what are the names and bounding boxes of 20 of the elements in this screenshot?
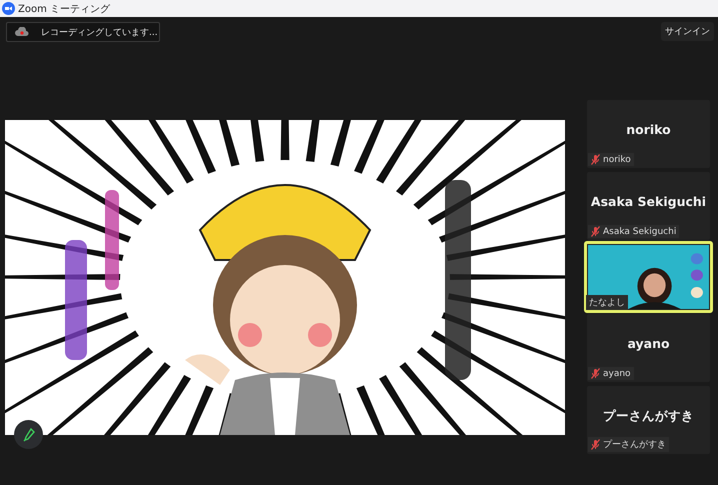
annotate-button[interactable] xyxy=(14,420,43,449)
muted-mic-icon xyxy=(591,368,600,379)
cloud-record-icon xyxy=(15,27,29,37)
pen-icon xyxy=(22,428,34,442)
sign-in-button[interactable]: サインイン xyxy=(661,22,714,41)
window-title: Zoom ミーティング xyxy=(18,2,110,16)
participant-label: Asaka Sekiguchi xyxy=(603,226,676,236)
muted-mic-icon xyxy=(591,154,600,165)
participant-label: ayano xyxy=(603,368,631,378)
recording-indicator[interactable]: レコーディングしています... xyxy=(6,22,160,42)
participant-label: プーさんがすき xyxy=(603,438,666,451)
participant-name: noriko xyxy=(625,122,672,137)
participant-name: ayano xyxy=(626,336,671,351)
participant-label: たなよし xyxy=(589,297,625,309)
participant-name: プーさんがすき xyxy=(602,408,695,425)
recording-status: レコーディングしています... xyxy=(41,26,158,38)
muted-mic-icon xyxy=(591,439,600,450)
participant-name: Asaka Sekiguchi xyxy=(590,194,708,209)
participant-label: noriko xyxy=(603,154,631,164)
muted-mic-icon xyxy=(591,226,600,237)
